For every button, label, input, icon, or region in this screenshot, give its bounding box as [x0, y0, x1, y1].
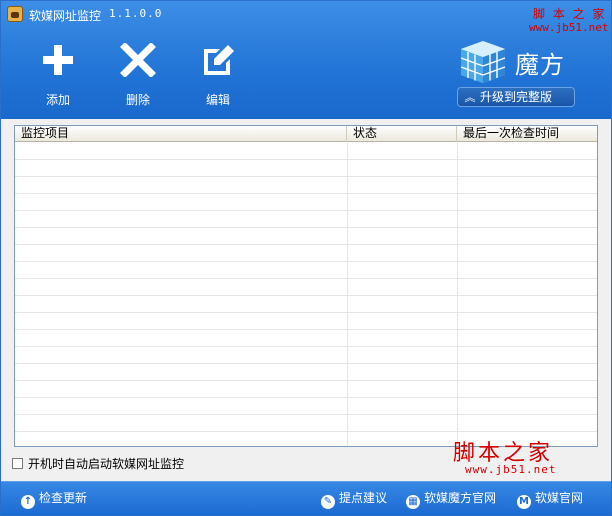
- pen-icon: ✎: [321, 495, 335, 509]
- suggest-link[interactable]: ✎ 提点建议: [321, 490, 388, 509]
- table-row[interactable]: [15, 364, 597, 381]
- table-row[interactable]: [15, 381, 597, 398]
- add-button-label: 添加: [45, 93, 70, 107]
- app-version: 1.1.0.0: [109, 7, 163, 20]
- table-row[interactable]: [15, 194, 597, 211]
- column-header-status[interactable]: 状态: [347, 126, 457, 142]
- table-row[interactable]: [15, 177, 597, 194]
- app-window: 软媒网址监控 1.1.0.0 脚 本 之 家 www.jb51.net 添加 删…: [0, 0, 612, 516]
- cube-logo-icon: [460, 41, 506, 83]
- m-logo-icon: M: [517, 495, 531, 509]
- ruanmei-site-link[interactable]: M 软媒官网: [517, 490, 584, 509]
- brand-name: 魔方: [515, 51, 565, 79]
- delete-button[interactable]: 删除: [113, 43, 163, 113]
- table-row[interactable]: [15, 228, 597, 245]
- close-icon: [120, 43, 156, 77]
- table-row[interactable]: [15, 330, 597, 347]
- table-row[interactable]: [15, 347, 597, 364]
- watermark-top-url: www.jb51.net: [529, 21, 609, 34]
- list-rows: [15, 143, 597, 446]
- delete-button-label: 删除: [125, 93, 150, 107]
- table-row[interactable]: [15, 398, 597, 415]
- watermark-mid-url: www.jb51.net: [465, 463, 557, 476]
- upgrade-button-label: 升级到完整版: [480, 90, 553, 104]
- check-update-label: 检查更新: [39, 491, 88, 505]
- footer: ↑ 检查更新 ✎ 提点建议 ▦ 软媒魔方官网 M 软媒官网: [1, 481, 611, 515]
- watermark-top-text: 脚 本 之 家: [533, 7, 607, 21]
- table-row[interactable]: [15, 415, 597, 432]
- column-divider: [347, 143, 348, 446]
- chevron-up-icon: ︽: [464, 91, 476, 104]
- table-row[interactable]: [15, 211, 597, 228]
- brand: 魔方: [457, 35, 577, 85]
- suggest-label: 提点建议: [339, 491, 388, 505]
- autostart-checkbox[interactable]: 开机时自动启动软媒网址监控: [12, 457, 184, 473]
- title-bar[interactable]: 软媒网址监控 1.1.0.0: [1, 1, 611, 27]
- edit-button-label: 编辑: [205, 93, 230, 107]
- mofang-site-label: 软媒魔方官网: [424, 491, 497, 505]
- table-row[interactable]: [15, 262, 597, 279]
- upgrade-button[interactable]: ︽ 升级到完整版: [457, 87, 575, 107]
- list-header: 监控项目 状态 最后一次检查时间: [15, 126, 597, 142]
- grid-icon: ▦: [406, 495, 420, 509]
- edit-icon: [204, 45, 234, 75]
- arrow-up-icon: ↑: [21, 495, 35, 509]
- table-row[interactable]: [15, 296, 597, 313]
- table-row[interactable]: [15, 160, 597, 177]
- table-row[interactable]: [15, 245, 597, 262]
- check-update-link[interactable]: ↑ 检查更新: [21, 490, 88, 509]
- ruanmei-site-label: 软媒官网: [535, 491, 584, 505]
- app-icon: [7, 6, 23, 22]
- table-row[interactable]: [15, 143, 597, 160]
- column-divider: [457, 143, 458, 446]
- edit-button[interactable]: 编辑: [193, 43, 243, 113]
- checkbox-box[interactable]: [12, 458, 23, 469]
- table-row[interactable]: [15, 279, 597, 296]
- plus-icon: [43, 45, 73, 75]
- add-button[interactable]: 添加: [33, 43, 83, 113]
- mofang-site-link[interactable]: ▦ 软媒魔方官网: [406, 490, 497, 509]
- table-row[interactable]: [15, 313, 597, 330]
- column-header-item[interactable]: 监控项目: [15, 126, 347, 142]
- column-header-last-check[interactable]: 最后一次检查时间: [457, 126, 597, 142]
- header: 软媒网址监控 1.1.0.0 脚 本 之 家 www.jb51.net 添加 删…: [1, 1, 611, 119]
- autostart-label: 开机时自动启动软媒网址监控: [28, 457, 185, 471]
- app-title: 软媒网址监控: [29, 9, 102, 23]
- monitor-list[interactable]: 监控项目 状态 最后一次检查时间: [14, 125, 598, 447]
